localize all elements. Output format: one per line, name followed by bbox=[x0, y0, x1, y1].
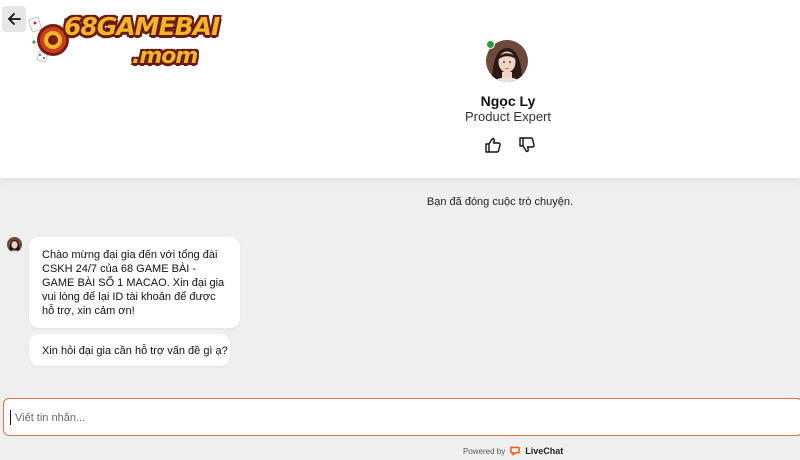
message-composer bbox=[3, 398, 800, 436]
thumbs-up-icon bbox=[485, 137, 501, 153]
agent-title: Product Expert bbox=[465, 109, 551, 124]
message-input[interactable] bbox=[11, 408, 711, 428]
logo-text-bottom: .mom bbox=[132, 44, 198, 69]
logo-text-top: 68GAMEBAI bbox=[64, 12, 220, 41]
chat-message-bubble: Chào mừng đại gia đến với tổng đài CSKH … bbox=[29, 237, 240, 328]
livechat-brand: LiveChat bbox=[525, 446, 564, 456]
text-caret bbox=[10, 410, 11, 425]
chat-message-bubble: Xin hỏi đại gia cần hỗ trợ vấn đề gì ạ? bbox=[29, 334, 230, 366]
thumbs-down-icon bbox=[519, 137, 535, 153]
powered-by-label: Powered by bbox=[463, 446, 506, 456]
chat-closed-message: Bạn đã đóng cuộc trò chuyện. bbox=[426, 196, 574, 208]
livechat-logo-icon bbox=[510, 446, 520, 456]
brand-logo: 68GAMEBAI .mom bbox=[26, 8, 220, 70]
back-button[interactable] bbox=[2, 6, 26, 32]
powered-by-footer[interactable]: Powered by LiveChat bbox=[463, 445, 563, 457]
message-agent-avatar bbox=[7, 237, 22, 252]
arrow-left-icon bbox=[8, 13, 21, 25]
agent-name: Ngọc Ly bbox=[480, 93, 536, 109]
online-status-dot bbox=[486, 40, 495, 49]
chat-header: 68GAMEBAI .mom Ngọc Ly Product Expert bbox=[0, 0, 800, 178]
rate-bad-button[interactable] bbox=[518, 136, 536, 154]
rate-good-button[interactable] bbox=[484, 136, 502, 154]
